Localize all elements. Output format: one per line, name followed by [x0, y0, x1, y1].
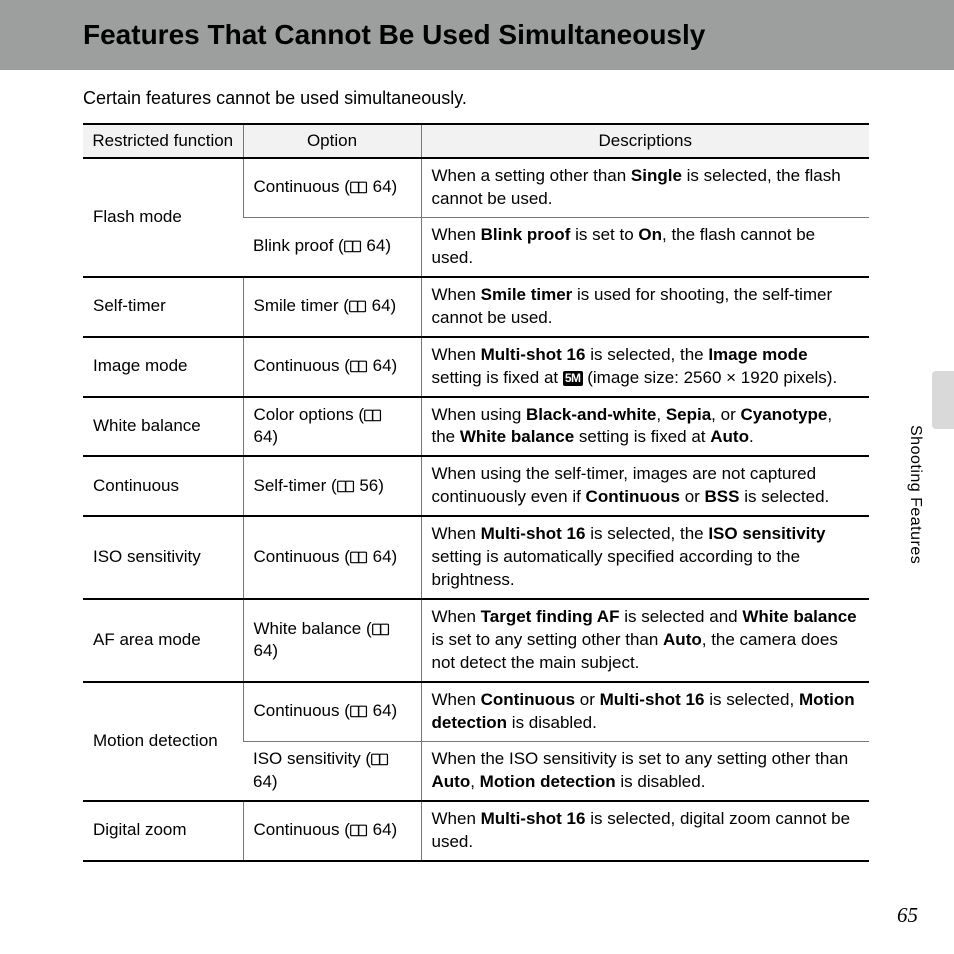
cell-desc: When Smile timer is used for shooting, t… [421, 277, 869, 337]
book-icon [350, 180, 368, 194]
table-row: AF area mode White balance ( 64) When Ta… [83, 599, 869, 682]
cell-option: Color options ( 64) [243, 397, 421, 457]
cell-option: Continuous ( 64) [243, 337, 421, 397]
cell-desc: When Continuous or Multi-shot 16 is sele… [421, 682, 869, 741]
book-icon [372, 622, 390, 636]
book-icon [350, 823, 368, 837]
cell-option: Self-timer ( 56) [243, 456, 421, 516]
book-icon [364, 408, 382, 422]
book-icon [350, 359, 368, 373]
page-title: Features That Cannot Be Used Simultaneou… [83, 19, 705, 51]
book-icon [337, 479, 355, 493]
cell-desc: When Multi-shot 16 is selected, digital … [421, 801, 869, 861]
book-icon [350, 550, 368, 564]
col-descriptions: Descriptions [421, 124, 869, 158]
image-mode-badge: 5M [563, 371, 583, 386]
table-row: Self-timer Smile timer ( 64) When Smile … [83, 277, 869, 337]
cell-func: Self-timer [83, 277, 243, 337]
cell-option: Continuous ( 64) [243, 158, 421, 217]
cell-func: AF area mode [83, 599, 243, 682]
cell-desc: When Target finding AF is selected and W… [421, 599, 869, 682]
col-restricted: Restricted function [83, 124, 243, 158]
table-row: White balance Color options ( 64) When u… [83, 397, 869, 457]
restrictions-table: Restricted function Option Descriptions … [83, 123, 869, 862]
cell-option: Continuous ( 64) [243, 516, 421, 599]
cell-desc: When the ISO sensitivity is set to any s… [421, 741, 869, 800]
cell-func: ISO sensitivity [83, 516, 243, 599]
cell-option: ISO sensitivity ( 64) [243, 741, 421, 800]
cell-desc: When using the self-timer, images are no… [421, 456, 869, 516]
table-row: Digital zoom Continuous ( 64) When Multi… [83, 801, 869, 861]
col-option: Option [243, 124, 421, 158]
book-icon [350, 704, 368, 718]
table-header-row: Restricted function Option Descriptions [83, 124, 869, 158]
cell-desc: When Blink proof is set to On, the flash… [421, 217, 869, 276]
cell-func: White balance [83, 397, 243, 457]
cell-func: Flash mode [83, 158, 243, 277]
cell-option: Blink proof ( 64) [243, 217, 421, 276]
cell-desc: When Multi-shot 16 is selected, the Imag… [421, 337, 869, 397]
book-icon [344, 239, 362, 253]
cell-func: Image mode [83, 337, 243, 397]
section-label: Shooting Features [906, 425, 924, 564]
page-header: Features That Cannot Be Used Simultaneou… [0, 0, 954, 70]
cell-desc: When Multi-shot 16 is selected, the ISO … [421, 516, 869, 599]
cell-func: Digital zoom [83, 801, 243, 861]
page-number: 65 [897, 903, 918, 928]
cell-option: Continuous ( 64) [243, 801, 421, 861]
table-row: ISO sensitivity Continuous ( 64) When Mu… [83, 516, 869, 599]
book-icon [371, 752, 389, 766]
cell-func: Motion detection [83, 682, 243, 801]
cell-option: White balance ( 64) [243, 599, 421, 682]
cell-desc: When a setting other than Single is sele… [421, 158, 869, 217]
cell-func: Continuous [83, 456, 243, 516]
cell-option: Continuous ( 64) [243, 682, 421, 741]
cell-desc: When using Black-and-white, Sepia, or Cy… [421, 397, 869, 457]
table-row: Flash mode Continuous ( 64) When a setti… [83, 158, 869, 217]
table-row: Motion detection Continuous ( 64) When C… [83, 682, 869, 741]
book-icon [349, 299, 367, 313]
intro-text: Certain features cannot be used simultan… [83, 88, 954, 109]
thumb-tab [932, 371, 954, 429]
table-row: Continuous Self-timer ( 56) When using t… [83, 456, 869, 516]
cell-option: Smile timer ( 64) [243, 277, 421, 337]
table-row: Image mode Continuous ( 64) When Multi-s… [83, 337, 869, 397]
